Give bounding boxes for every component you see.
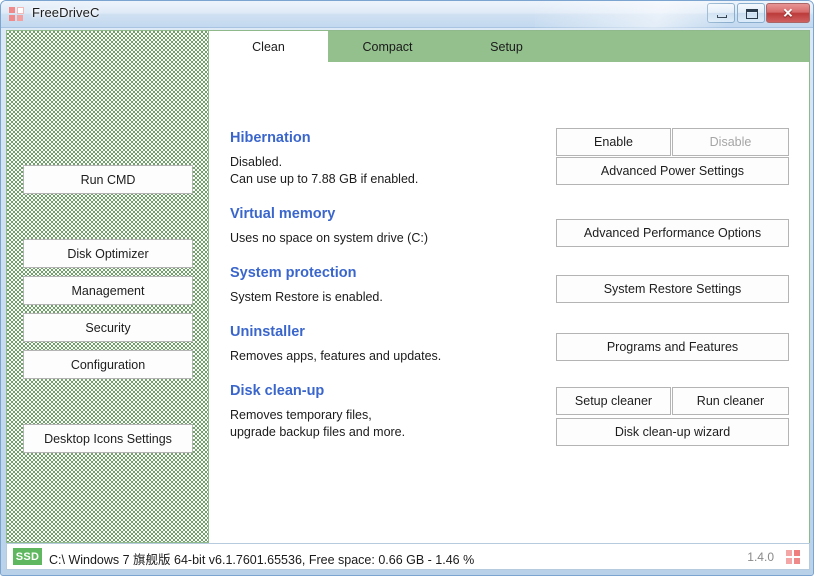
client-area: Run CMD Disk Optimizer Management Securi…	[6, 30, 810, 543]
status-bar: SSD C:\ Windows 7 旗舰版 64-bit v6.1.7601.6…	[6, 543, 810, 570]
close-icon: ✕	[767, 7, 809, 20]
close-button[interactable]: ✕	[766, 3, 810, 23]
programs-and-features-button[interactable]: Programs and Features	[556, 333, 789, 361]
enable-button[interactable]: Enable	[556, 128, 671, 156]
sidebar-button-run-cmd[interactable]: Run CMD	[23, 165, 193, 194]
system-restore-settings-button[interactable]: System Restore Settings	[556, 275, 789, 303]
disable-button: Disable	[672, 128, 789, 156]
run-cleaner-button[interactable]: Run cleaner	[672, 387, 789, 415]
application-window: FreeDriveC ✕ Run CMD Disk Optimizer Mana…	[0, 0, 814, 576]
disk-cleanup-wizard-button[interactable]: Disk clean-up wizard	[556, 418, 789, 446]
maximize-button[interactable]	[737, 3, 765, 23]
section-description-virtual-memory: Uses no space on system drive (C:)	[230, 230, 428, 247]
tab-content-clean: Hibernation Disabled. Can use up to 7.88…	[209, 62, 809, 543]
section-title-system-protection: System protection	[230, 265, 357, 281]
section-description-hibernation: Disabled. Can use up to 7.88 GB if enabl…	[230, 154, 418, 188]
advanced-power-settings-button[interactable]: Advanced Power Settings	[556, 157, 789, 185]
app-logo-icon	[9, 7, 24, 22]
section-title-virtual-memory: Virtual memory	[230, 206, 335, 222]
section-title-uninstaller: Uninstaller	[230, 324, 305, 340]
version-label: 1.4.0	[747, 550, 774, 564]
minimize-icon	[717, 15, 727, 18]
sidebar: Run CMD Disk Optimizer Management Securi…	[6, 30, 209, 543]
drive-type-badge: SSD	[13, 548, 42, 565]
advanced-performance-options-button[interactable]: Advanced Performance Options	[556, 219, 789, 247]
tab-strip: Clean Compact Setup	[209, 31, 809, 62]
minimize-button[interactable]	[707, 3, 735, 23]
tab-setup[interactable]: Setup	[447, 31, 566, 62]
window-title: FreeDriveC	[32, 5, 99, 20]
sidebar-button-desktop-icons-settings[interactable]: Desktop Icons Settings	[23, 424, 193, 453]
status-bar-text: C:\ Windows 7 旗舰版 64-bit v6.1.7601.65536…	[49, 549, 474, 568]
tab-compact[interactable]: Compact	[328, 31, 447, 62]
section-description-uninstaller: Removes apps, features and updates.	[230, 348, 441, 365]
section-title-hibernation: Hibernation	[230, 130, 311, 146]
sidebar-button-disk-optimizer[interactable]: Disk Optimizer	[23, 239, 193, 268]
section-description-system-protection: System Restore is enabled.	[230, 289, 383, 306]
corner-logo-icon	[786, 550, 801, 565]
sidebar-button-security[interactable]: Security	[23, 313, 193, 342]
title-bar: FreeDriveC ✕	[1, 1, 814, 28]
main-panel: Clean Compact Setup Hibernation Disabled…	[209, 30, 810, 543]
section-title-disk-clean-up: Disk clean-up	[230, 383, 324, 399]
maximize-icon	[746, 9, 758, 19]
sidebar-button-management[interactable]: Management	[23, 276, 193, 305]
section-description-disk-clean-up: Removes temporary files, upgrade backup …	[230, 407, 405, 441]
tab-clean[interactable]: Clean	[209, 31, 328, 62]
sidebar-button-configuration[interactable]: Configuration	[23, 350, 193, 379]
setup-cleaner-button[interactable]: Setup cleaner	[556, 387, 671, 415]
